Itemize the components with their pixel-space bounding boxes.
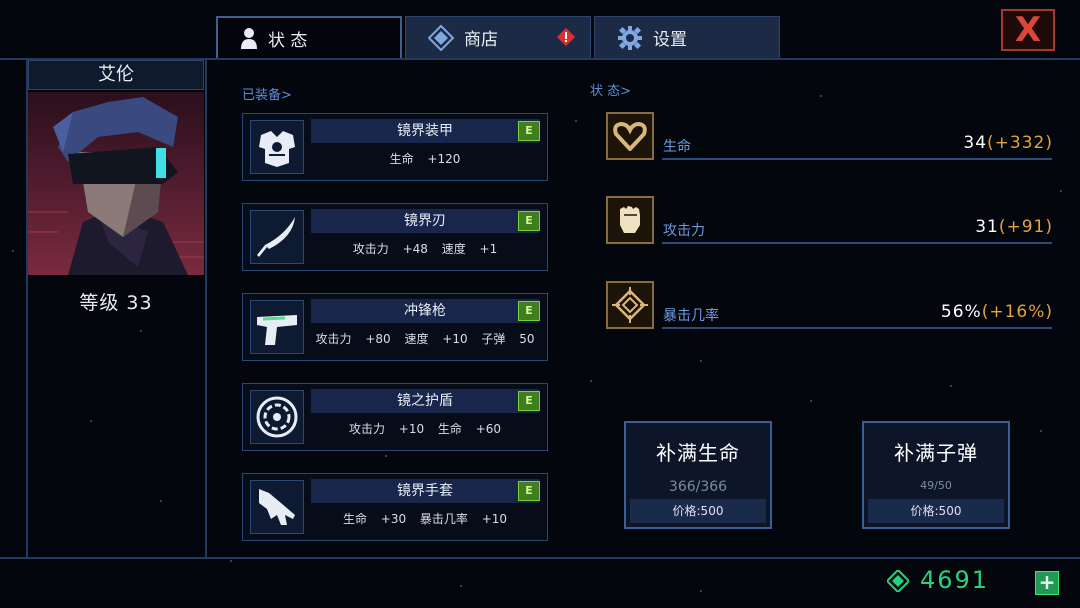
equipment-name: 冲锋枪 [311, 299, 539, 323]
add-currency-button[interactable]: + [1035, 571, 1059, 595]
equipment-slot-armor[interactable]: 镜界装甲 E 生命 +120 [242, 113, 548, 181]
equipment-name: 镜之护盾 [311, 389, 539, 413]
gun-icon [250, 300, 304, 354]
tab-settings[interactable]: 设置 [594, 16, 780, 58]
equipment-name: 镜界装甲 [311, 119, 539, 143]
person-icon [240, 27, 258, 49]
tab-shop-label: 商店 [464, 30, 498, 50]
status-title: 状 态> [590, 84, 632, 99]
stat-divider [662, 327, 1052, 329]
crosshair-icon [606, 281, 654, 329]
stat-value-crit: 56%(+16%) [940, 302, 1053, 322]
equipment-stats: 生命 +120 [389, 152, 461, 166]
heart-icon [606, 112, 654, 160]
stat-divider [662, 158, 1052, 160]
hero-name: 艾伦 [28, 60, 204, 90]
refill-health-button[interactable]: 补满生命 366/366 价格:500 [624, 421, 772, 529]
equipment-stats: 攻击力 +10 生命 +60 [348, 422, 502, 436]
equipment-stats: 攻击力 +48 速度 +1 [352, 242, 498, 256]
ammo-count: 49/50 [920, 479, 952, 492]
equipment-name: 镜界手套 [311, 479, 539, 503]
grade-badge: E [518, 301, 540, 321]
equipment-slot-glove[interactable]: 镜界手套 E 生命 +30 暴击几率 +10 [242, 473, 548, 541]
equipment-slot-blade[interactable]: 镜界刃 E 攻击力 +48 速度 +1 [242, 203, 548, 271]
health-count: 366/366 [668, 479, 728, 495]
stat-label-crit: 暴击几率 [663, 308, 719, 324]
tab-shop[interactable]: 商店 [405, 16, 591, 58]
fist-icon [606, 196, 654, 244]
stat-label-hp: 生命 [663, 139, 691, 155]
equipment-slot-gun[interactable]: 冲锋枪 E 攻击力 +80 速度 +10 子弹 50 [242, 293, 548, 361]
grade-badge: E [518, 121, 540, 141]
equipped-title: 已装备> [242, 88, 292, 103]
refill-ammo-title: 补满子弹 [894, 441, 978, 465]
grade-badge: E [518, 481, 540, 501]
bottom-frame-line [0, 557, 1080, 559]
currency-amount: 4691 [920, 566, 990, 594]
stat-value-hp: 34(+332) [963, 133, 1053, 153]
blade-icon [250, 210, 304, 264]
tab-status[interactable]: 状 态 [216, 16, 402, 58]
tab-settings-label: 设置 [653, 30, 687, 50]
refill-ammo-price: 价格:500 [868, 499, 1004, 523]
hero-panel-divider [205, 58, 207, 558]
hero-portrait [28, 92, 204, 275]
refill-health-title: 补满生命 [656, 441, 740, 465]
stat-label-attack: 攻击力 [663, 223, 705, 239]
gear-icon [617, 25, 643, 51]
alert-icon [556, 27, 576, 52]
glove-icon [250, 480, 304, 534]
stat-value-attack: 31(+91) [975, 217, 1053, 237]
equipment-stats: 攻击力 +80 速度 +10 子弹 50 [315, 332, 535, 346]
diamond-icon [428, 24, 454, 51]
refill-health-price: 价格:500 [630, 499, 766, 523]
hero-level: 等级 33 [79, 292, 153, 314]
refill-ammo-button[interactable]: 补满子弹 49/50 价格:500 [862, 421, 1010, 529]
gem-icon [885, 568, 911, 594]
grade-badge: E [518, 391, 540, 411]
close-button[interactable]: X [1001, 9, 1055, 51]
stat-divider [662, 242, 1052, 244]
shield-icon [250, 390, 304, 444]
equipment-slot-shield[interactable]: 镜之护盾 E 攻击力 +10 生命 +60 [242, 383, 548, 451]
grade-badge: E [518, 211, 540, 231]
tab-status-label: 状 态 [268, 30, 308, 51]
equipment-stats: 生命 +30 暴击几率 +10 [342, 512, 508, 526]
armor-icon [250, 120, 304, 174]
equipment-name: 镜界刃 [311, 209, 539, 233]
